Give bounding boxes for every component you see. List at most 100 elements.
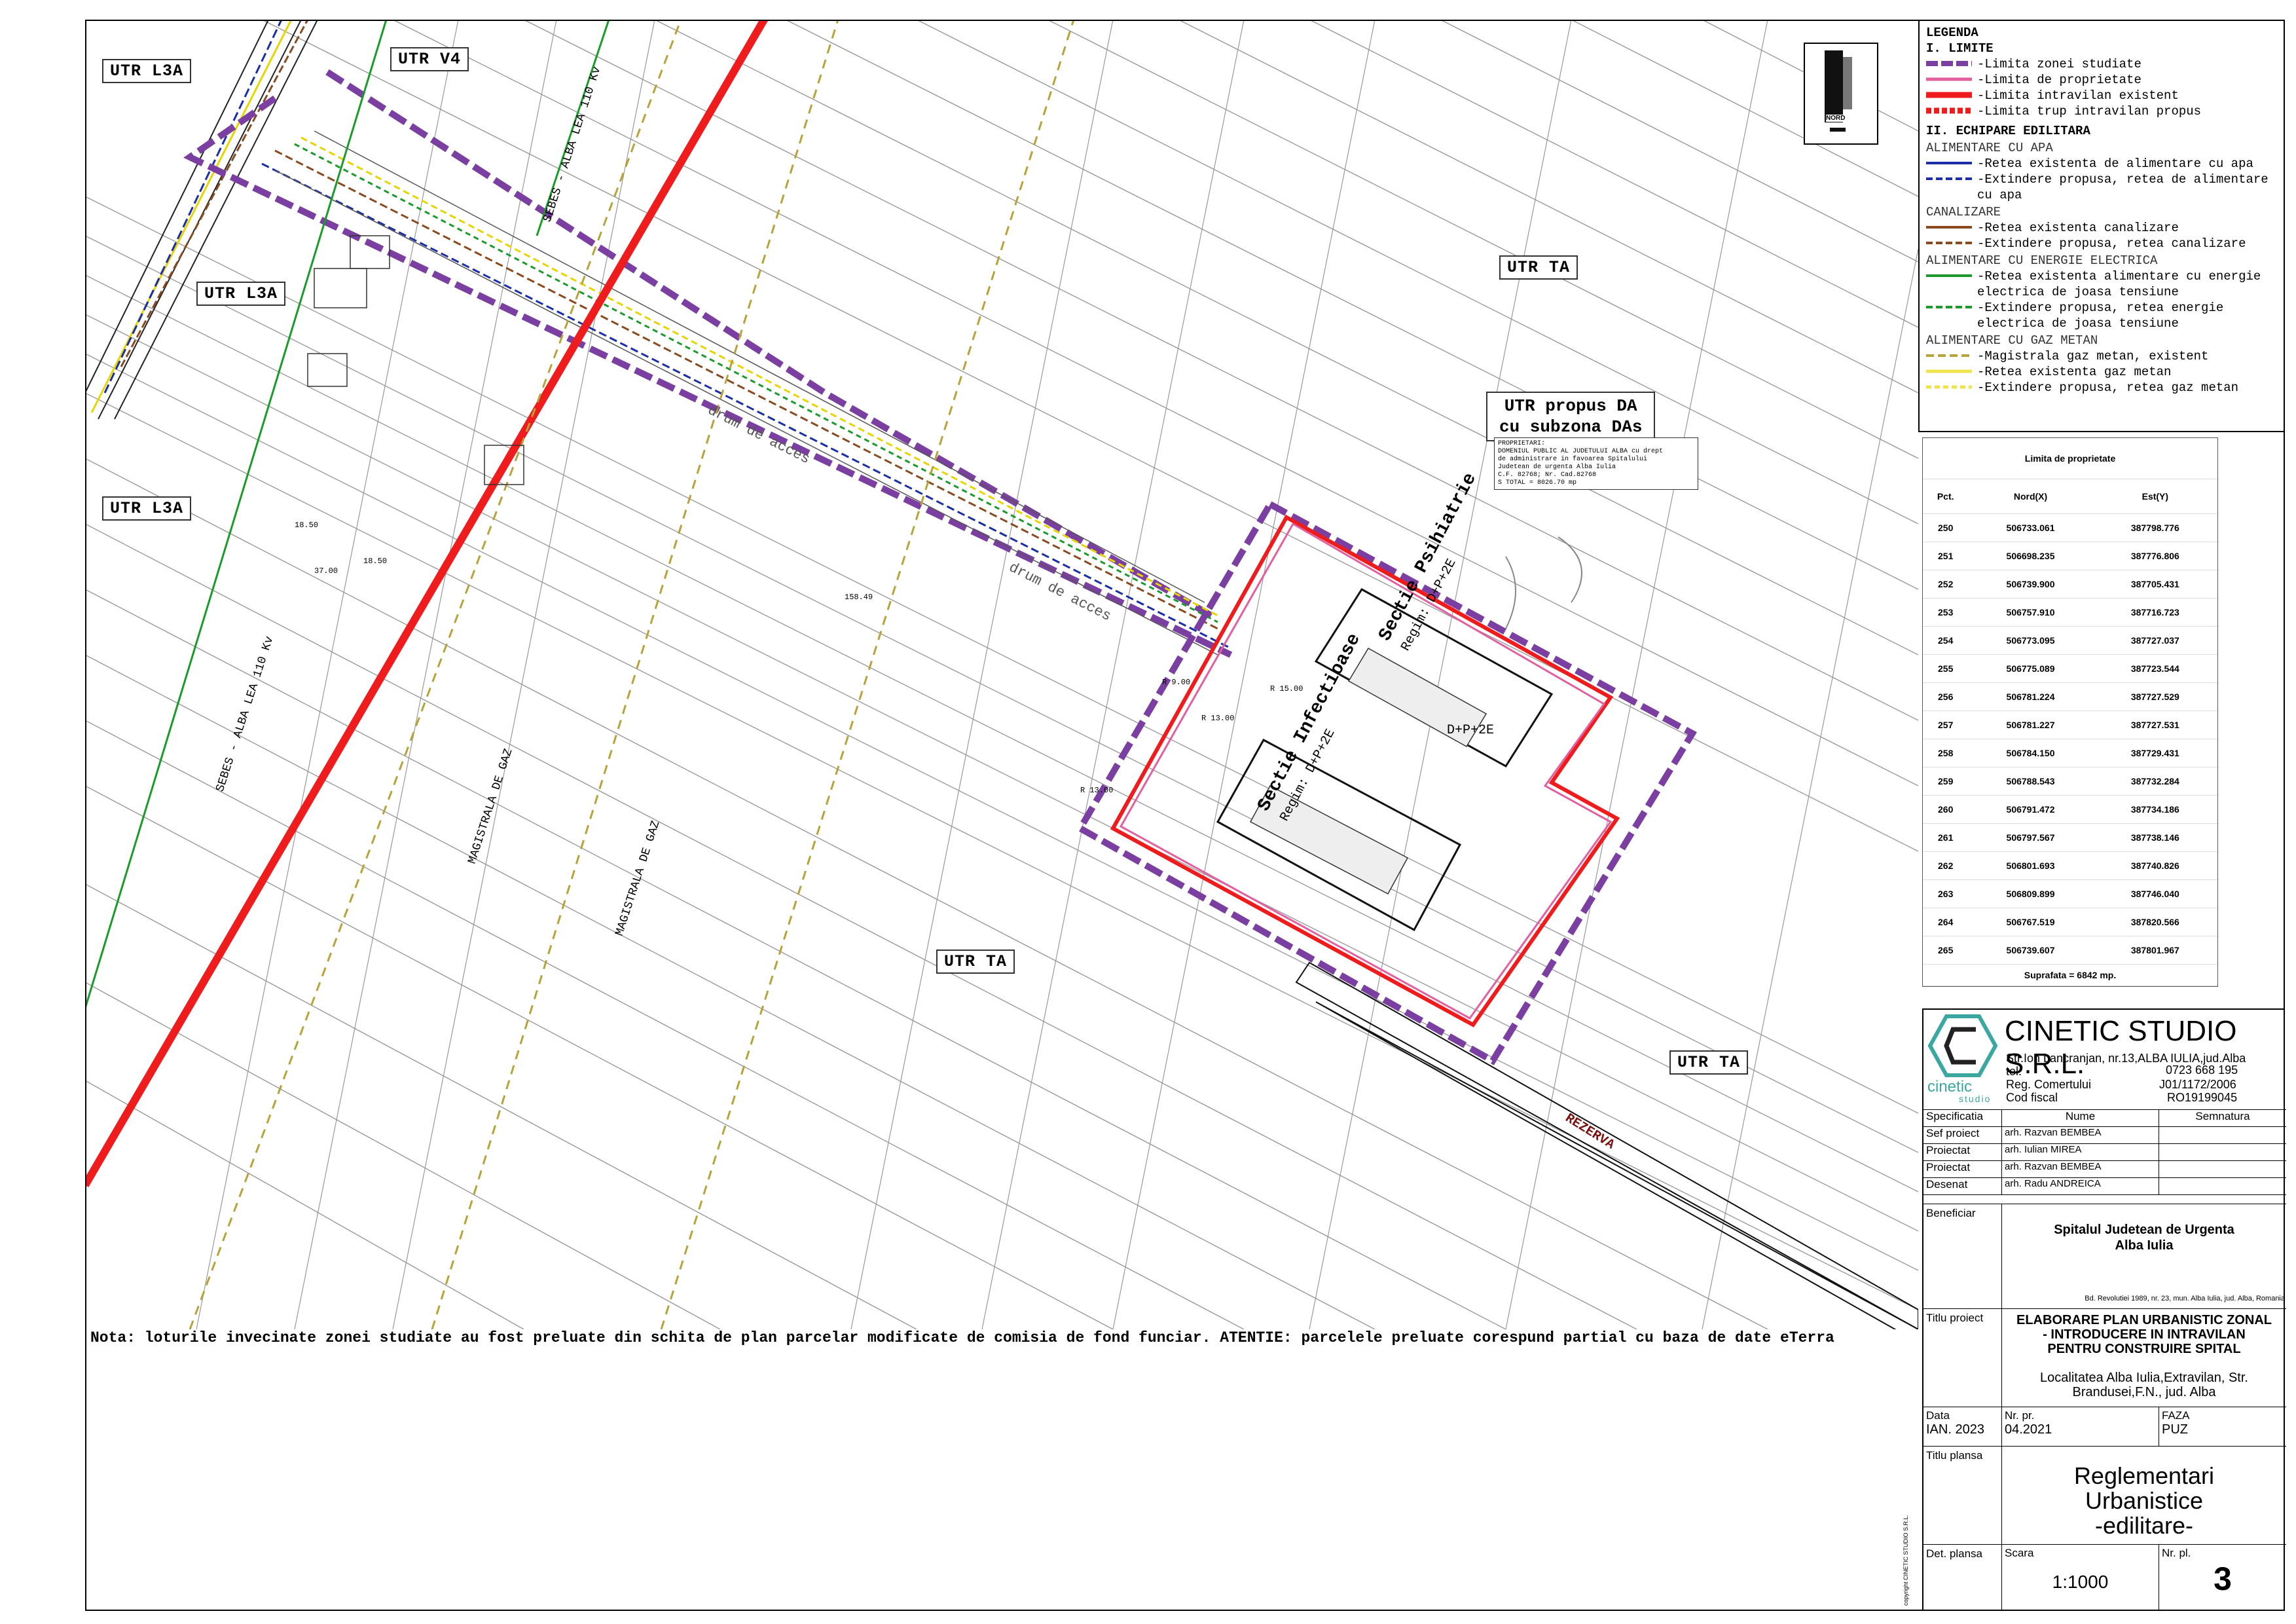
brown-line-icon	[1926, 226, 1972, 229]
coords-row: 250 506733.061 387798.776	[1923, 513, 2217, 542]
utr-proposed-line1: UTR propus DA	[1504, 396, 1637, 416]
gas-main-line-icon	[1926, 354, 1972, 357]
legend-sewer-heading: CANALIZARE	[1926, 205, 2001, 219]
coords-cell-pct: 262	[1923, 851, 1969, 880]
pink-line-icon	[1926, 77, 1972, 81]
date-value: IAN. 2023	[1926, 1422, 1984, 1437]
brown-dashed-line-icon	[1926, 242, 1972, 244]
legend-section-utilities: II. ECHIPARE EDILITARA	[1926, 124, 2090, 138]
drawing-sheet: drum de acces drum de acces Sectie Psihi…	[0, 0, 2296, 1624]
company-logo: cinetic studio	[1923, 1010, 2002, 1107]
utr-l3a-label-1: UTR L3A	[102, 59, 192, 83]
legend-item: -Limita zonei studiate	[1926, 56, 2277, 72]
role-signature	[2159, 1144, 2286, 1161]
legend-item: -Extindere propusa, retea energie electr…	[1926, 300, 2277, 331]
coords-cell-north: 506801.693	[1968, 851, 2093, 880]
beneficiary-label: Beneficiar	[1923, 1204, 2002, 1309]
legend-label: -Limita de proprietate	[1977, 73, 2141, 87]
coords-cell-north: 506809.899	[1968, 879, 2093, 908]
cinetic-logo-icon	[1927, 1014, 1998, 1077]
copyright-note: copyright CINETIC STUDIO S.R.L.	[1903, 1514, 1909, 1606]
legend-label: -Retea existenta gaz metan	[1977, 365, 2172, 379]
coords-cell-pct: 250	[1923, 513, 1969, 542]
legend-item: -Extindere propusa, retea canalizare	[1926, 236, 2277, 251]
legend-label: -Limita zonei studiate	[1977, 57, 2141, 71]
coords-cell-north: 506775.089	[1968, 654, 2093, 683]
coords-cell-north: 506784.150	[1968, 739, 2093, 767]
project-title-1: ELABORARE PLAN URBANISTIC ZONAL	[2016, 1313, 2272, 1327]
green-line-icon	[1926, 274, 1972, 277]
coords-row: 263 506809.899 387746.040	[1923, 879, 2217, 908]
tel-label: tel:	[2006, 1065, 2022, 1078]
yellow-line-icon	[1926, 369, 1972, 373]
sheet-title-3: -edilitare-	[2094, 1512, 2194, 1539]
coords-row: 265 506739.607 387801.967	[1923, 936, 2217, 965]
coords-cell-pct: 251	[1923, 542, 1969, 570]
coords-cell-pct: 254	[1923, 626, 1969, 655]
legend-item: -Retea existenta de alimentare cu apa	[1926, 156, 2277, 172]
role-person: arh. Razvan BEMBEA	[2002, 1127, 2159, 1144]
coords-cell-north: 506788.543	[1968, 767, 2093, 796]
utr-v4-label: UTR V4	[390, 47, 469, 71]
legend-label: -Retea existenta de alimentare cu apa	[1977, 157, 2253, 171]
owner-line-5: C.F. 82768; Nr. Cad.82768	[1498, 471, 1597, 479]
date-cell: Data IAN. 2023	[1923, 1407, 2002, 1447]
legend-label: -Limita trup intravilan propus	[1977, 104, 2202, 119]
legend-water-heading: ALIMENTARE CU APA	[1926, 141, 2053, 155]
sheet-title-section: Titlu plansa Reglementari Urbanistice -e…	[1923, 1446, 2286, 1545]
role-title: Proiectat	[1923, 1161, 2002, 1178]
coords-cell-east: 387820.566	[2092, 908, 2217, 936]
legend-item: -Magistrala gaz metan, existent	[1926, 348, 2277, 364]
meta-row: Data IAN. 2023 Nr. pr. 04.2021 FAZA PUZ	[1923, 1407, 2286, 1447]
utr-ta-label-3: UTR TA	[1669, 1050, 1749, 1075]
coords-cell-east: 387740.826	[2092, 851, 2217, 880]
sheet-title-2: Urbanistice	[2085, 1487, 2204, 1514]
blue-line-icon	[1926, 162, 1972, 164]
role-title: Sef proiect	[1923, 1127, 2002, 1144]
role-title: Desenat	[1923, 1178, 2002, 1195]
coords-cell-east: 387705.431	[2092, 570, 2217, 599]
utr-l3a-label-2: UTR L3A	[196, 282, 286, 306]
tel-value: 0723 668 195	[2166, 1063, 2238, 1077]
utr-ta-label-1: UTR TA	[1499, 255, 1578, 280]
coords-cell-north: 506773.095	[1968, 626, 2093, 655]
coords-cell-pct: 263	[1923, 879, 1969, 908]
coords-cell-east: 387727.531	[2092, 710, 2217, 739]
project-number-label: Nr. pr.	[2005, 1409, 2035, 1422]
coords-cell-east: 387716.723	[2092, 598, 2217, 627]
coords-cell-pct: 264	[1923, 908, 1969, 936]
coords-row: 253 506757.910 387716.723	[1923, 598, 2217, 627]
coords-cell-north: 506739.900	[1968, 570, 2093, 599]
project-location-2: Brandusei,F.N., jud. Alba	[2072, 1385, 2216, 1399]
owner-line-1: PROPRIETARI:	[1498, 440, 1546, 447]
legend-title: LEGENDA	[1926, 26, 1978, 40]
coords-cell-north: 506698.235	[1968, 542, 2093, 570]
coords-cell-pct: 257	[1923, 710, 1969, 739]
red-dashed-line-icon	[1926, 107, 1972, 114]
sheet-number-cell: Nr. pl. 3	[2159, 1545, 2286, 1610]
coords-cell-east: 387734.186	[2092, 795, 2217, 824]
owner-box: PROPRIETARI: DOMENIUL PUBLIC AL JUDETULU…	[1494, 437, 1698, 490]
coords-cell-east: 387723.544	[2092, 654, 2217, 683]
legend-power-heading: ALIMENTARE CU ENERGIE ELECTRICA	[1926, 253, 2158, 268]
beneficiary-section: Beneficiar Spitalul Judetean de Urgenta …	[1923, 1204, 2286, 1309]
green-dashed-line-icon	[1926, 306, 1972, 308]
cf-label: Cod fiscal	[2006, 1091, 2058, 1104]
scale-cell: Scara 1:1000	[2002, 1545, 2159, 1610]
sheet-number-value: 3	[2214, 1560, 2232, 1597]
sign-header: Semnatura	[2159, 1110, 2286, 1127]
coords-cell-north: 506791.472	[1968, 795, 2093, 824]
legend-item: -Retea existenta gaz metan	[1926, 364, 2277, 380]
coords-cell-pct: 255	[1923, 654, 1969, 683]
owner-line-6: S TOTAL = 8026.70 mp	[1498, 479, 1577, 487]
date-label: Data	[1926, 1409, 1950, 1422]
coords-area: Suprafata = 6842 mp.	[1923, 964, 2217, 986]
legend-item: -Retea existenta alimentare cu energie e…	[1926, 268, 2277, 300]
coords-cell-east: 387776.806	[2092, 542, 2217, 570]
reg-value: J01/1172/2006	[2159, 1078, 2236, 1091]
role-signature	[2159, 1161, 2286, 1178]
coords-cell-east: 387798.776	[2092, 513, 2217, 542]
detail-label: Det. plansa	[1923, 1545, 2002, 1610]
coords-row: 255 506775.089 387723.544	[1923, 654, 2217, 683]
beneficiary-address: Bd. Revolutiei 1989, nr. 23, mun. Alba I…	[2085, 1295, 2285, 1302]
